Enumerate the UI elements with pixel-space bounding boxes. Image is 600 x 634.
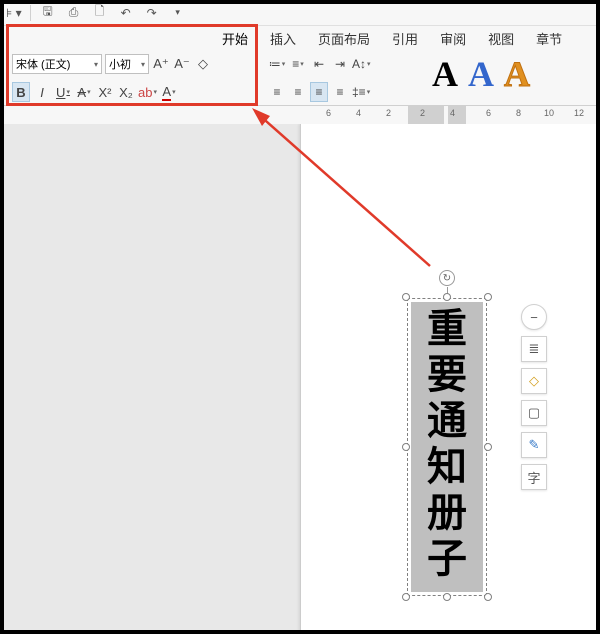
bullets-button[interactable]: ≔ [268, 54, 286, 74]
subscript-button[interactable]: X₂ [117, 82, 135, 102]
font-color-button[interactable]: A [160, 82, 178, 102]
paragraph-group: ≔ ≡ ⇤ ⇥ A↕ ≡ ≡ ≡ ≡ ‡≡ [268, 52, 412, 104]
file-menu-fragment[interactable]: ⊧ ▾ [6, 6, 22, 20]
tab-view[interactable]: 视图 [486, 27, 516, 50]
shape-fill-button[interactable]: ◇ [521, 368, 547, 394]
qat-customize-icon[interactable]: ▾ [169, 4, 187, 22]
tab-layout[interactable]: 页面布局 [316, 27, 372, 50]
save-icon[interactable]: 🖫 [39, 4, 57, 22]
shrink-font-button[interactable]: A⁻ [173, 54, 191, 74]
numbering-button[interactable]: ≡ [289, 54, 307, 74]
text-direction-button[interactable]: A↕ [352, 54, 371, 74]
resize-handle-w[interactable] [402, 443, 410, 451]
shape-edit-button[interactable]: ✎ [521, 432, 547, 458]
resize-handle-ne[interactable] [484, 293, 492, 301]
print-icon[interactable]: ⎙ [65, 4, 83, 22]
font-group: 宋体 (正文)▾ 小初▾ A⁺ A⁻ ◇ B I U A X² X₂ ab A [12, 52, 250, 104]
bold-button[interactable]: B [12, 82, 30, 102]
style-preview-2[interactable]: A [468, 56, 494, 92]
horizontal-ruler[interactable]: 6 4 2 2 4 6 8 10 12 [0, 106, 600, 126]
preview-icon[interactable]: 🗋 [91, 4, 109, 22]
vertical-text-char: 册 [427, 490, 467, 536]
style-preview-3[interactable]: A [504, 56, 530, 92]
decrease-indent-button[interactable]: ⇤ [310, 54, 328, 74]
undo-icon[interactable]: ↶ [117, 4, 135, 22]
align-justify-button[interactable]: ≡ [310, 82, 328, 102]
strikethrough-button[interactable]: A [75, 82, 93, 102]
font-name-combo[interactable]: 宋体 (正文)▾ [12, 54, 102, 74]
shape-outline-button[interactable]: ▢ [521, 400, 547, 426]
float-toolbar: − ≣ ◇ ▢ ✎ 字 [521, 304, 547, 490]
text-effect-button[interactable]: ab [138, 82, 157, 102]
rotate-handle-icon[interactable]: ↻ [439, 270, 455, 286]
vertical-text-char: 重 [427, 306, 467, 352]
ribbon-tabs: 开始 插入 页面布局 引用 审阅 视图 章节 [0, 26, 600, 50]
ribbon: 宋体 (正文)▾ 小初▾ A⁺ A⁻ ◇ B I U A X² X₂ ab A … [0, 50, 600, 106]
resize-handle-nw[interactable] [402, 293, 410, 301]
tab-references[interactable]: 引用 [390, 27, 420, 50]
text-options-button[interactable]: 字 [521, 464, 547, 490]
resize-handle-se[interactable] [484, 593, 492, 601]
italic-button[interactable]: I [33, 82, 51, 102]
increase-indent-button[interactable]: ⇥ [331, 54, 349, 74]
resize-handle-n[interactable] [443, 293, 451, 301]
quick-access-toolbar: ⊧ ▾ 🖫 ⎙ 🗋 ↶ ↷ ▾ [0, 0, 600, 26]
vertical-text-char: 子 [427, 536, 467, 582]
selected-textbox[interactable]: ↻ 重 要 通 知 册 子 [407, 298, 487, 596]
textbox-content[interactable]: 重 要 通 知 册 子 [411, 302, 483, 592]
tab-chapter[interactable]: 章节 [534, 27, 564, 50]
vertical-text-char: 要 [427, 352, 467, 398]
redo-icon[interactable]: ↷ [143, 4, 161, 22]
align-distribute-button[interactable]: ≡ [331, 82, 349, 102]
document-canvas[interactable]: ↻ 重 要 通 知 册 子 − ≣ ◇ ▢ ✎ 字 [0, 124, 600, 634]
grow-font-button[interactable]: A⁺ [152, 54, 170, 74]
align-center-button[interactable]: ≡ [289, 82, 307, 102]
underline-button[interactable]: U [54, 82, 72, 102]
tab-review[interactable]: 审阅 [438, 27, 468, 50]
layout-options-button[interactable]: ≣ [521, 336, 547, 362]
collapse-toolbar-button[interactable]: − [521, 304, 547, 330]
vertical-text-char: 知 [427, 444, 467, 490]
resize-handle-e[interactable] [484, 443, 492, 451]
font-size-combo[interactable]: 小初▾ [105, 54, 149, 74]
vertical-text-char: 通 [427, 398, 467, 444]
tab-insert[interactable]: 插入 [268, 27, 298, 50]
resize-handle-s[interactable] [443, 593, 451, 601]
styles-group: A A A [432, 56, 530, 92]
line-spacing-button[interactable]: ‡≡ [352, 82, 370, 102]
clear-format-button[interactable]: ◇ [194, 54, 212, 74]
superscript-button[interactable]: X² [96, 82, 114, 102]
style-preview-1[interactable]: A [432, 56, 458, 92]
tab-start[interactable]: 开始 [220, 27, 250, 50]
align-left-button[interactable]: ≡ [268, 82, 286, 102]
page: ↻ 重 要 通 知 册 子 − ≣ ◇ ▢ ✎ 字 [300, 124, 600, 634]
resize-handle-sw[interactable] [402, 593, 410, 601]
